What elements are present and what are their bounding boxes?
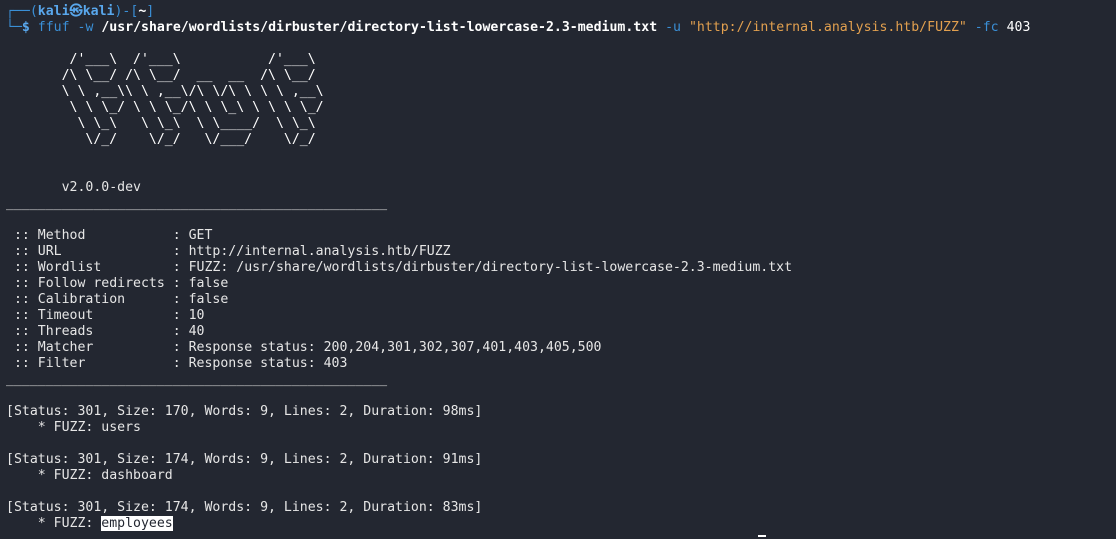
config-row: :: Method : GET [6,228,1116,244]
terminal-cursor [758,535,766,537]
command-flag-w: -w [77,20,94,35]
banner-line: /'___\ /'___\ /'___\ [6,52,316,67]
config-value: : GET [172,228,213,243]
fuzz-prefix: * FUZZ: [6,468,102,483]
prompt-frame-mid: )-[ [114,4,139,19]
config-row: :: Filter : Response status: 403 [6,356,1116,372]
command-wordlist-path: /usr/share/wordlists/dirbuster/directory… [101,20,658,35]
config-value: : Response status: 200,204,301,302,307,4… [172,340,602,355]
config-key: :: Wordlist [6,260,173,275]
command-fc-value: 403 [1006,20,1031,35]
divider-rule: ________________________________________… [6,372,388,387]
prompt-frame-bottom: └─ [6,20,22,35]
config-row: :: URL : http://internal.analysis.htb/FU… [6,244,1116,260]
config-value: : FUZZ: /usr/share/wordlists/dirbuster/d… [172,260,793,275]
command-program: ffuf [37,20,70,35]
divider-rule: ________________________________________… [6,196,388,211]
config-value: : false [172,292,229,307]
command-flag-u: -u [665,20,681,35]
banner-line: \ \_\ \ \_\ \ \____/ \ \_\ [6,116,316,131]
config-row: :: Matcher : Response status: 200,204,30… [6,340,1116,356]
result-fuzz-line: * FUZZ: employees [6,516,1116,532]
command-url: "http://internal.analysis.htb/FUZZ" [688,20,967,35]
ffuf-ascii-banner: /'___\ /'___\ /'___\ /\ \__/ /\ \__/ __ … [6,52,1116,148]
banner-line: \/_/ \/_/ \/___/ \/_/ [6,132,316,147]
command-line: └─$ ffuf -w /usr/share/wordlists/dirbust… [6,20,1116,36]
prompt-at-symbol: ㉿ [69,4,83,19]
terminal-window[interactable]: ┌──(kali㉿kali)-[~] └─$ ffuf -w /usr/shar… [0,0,1116,539]
prompt-user: kali [37,4,70,19]
fuzz-value-selected[interactable]: employees [101,516,173,531]
prompt-host: kali [82,4,115,19]
prompt-frame-end: ] [146,4,155,19]
config-key: :: Filter [6,356,173,371]
fuzz-value: dashboard [101,468,173,483]
config-value: : 40 [172,324,205,339]
result-fuzz-line: * FUZZ: dashboard [6,468,1116,484]
config-value: : http://internal.analysis.htb/FUZZ [172,244,451,259]
config-row: :: Follow redirects : false [6,276,1116,292]
banner-line: \ \ ,__\\ \ ,__\/\ \/\ \ \ \ ,__\ [6,84,324,99]
result-status-line: [Status: 301, Size: 174, Words: 9, Lines… [6,452,483,467]
config-value: : Response status: 403 [172,356,348,371]
fuzz-prefix: * FUZZ: [6,516,102,531]
banner-line: \ \ \_/ \ \ \_/\ \ \_\ \ \ \ \_/ [6,100,324,115]
config-key: :: URL [6,244,173,259]
config-value: : false [172,276,229,291]
command-flag-fc: -fc [974,20,999,35]
prompt-frame: ┌──( [6,4,38,19]
banner-line: /\ \__/ /\ \__/ __ __ /\ \__/ [6,68,316,83]
fuzz-value: users [101,420,141,435]
config-key: :: Matcher [6,340,173,355]
config-key: :: Follow redirects [6,276,173,291]
result-status-line: [Status: 301, Size: 174, Words: 9, Lines… [6,500,483,515]
prompt-dollar: $ [21,20,30,35]
fuzz-prefix: * FUZZ: [6,420,102,435]
ffuf-version: v2.0.0-dev [6,180,141,195]
prompt-line: ┌──(kali㉿kali)-[~] [6,4,1116,20]
config-list: :: Method : GET :: URL : http://internal… [6,228,1116,372]
config-key: :: Timeout [6,308,173,323]
config-row: :: Timeout : 10 [6,308,1116,324]
config-key: :: Method [6,228,173,243]
config-key: :: Threads [6,324,173,339]
result-fuzz-line: * FUZZ: users [6,420,1116,436]
config-value: : 10 [172,308,205,323]
result-status-line: [Status: 301, Size: 170, Words: 9, Lines… [6,404,483,419]
config-row: :: Threads : 40 [6,324,1116,340]
results-list: [Status: 301, Size: 170, Words: 9, Lines… [6,404,1116,532]
config-row: :: Wordlist : FUZZ: /usr/share/wordlists… [6,260,1116,276]
config-row: :: Calibration : false [6,292,1116,308]
config-key: :: Calibration [6,292,173,307]
